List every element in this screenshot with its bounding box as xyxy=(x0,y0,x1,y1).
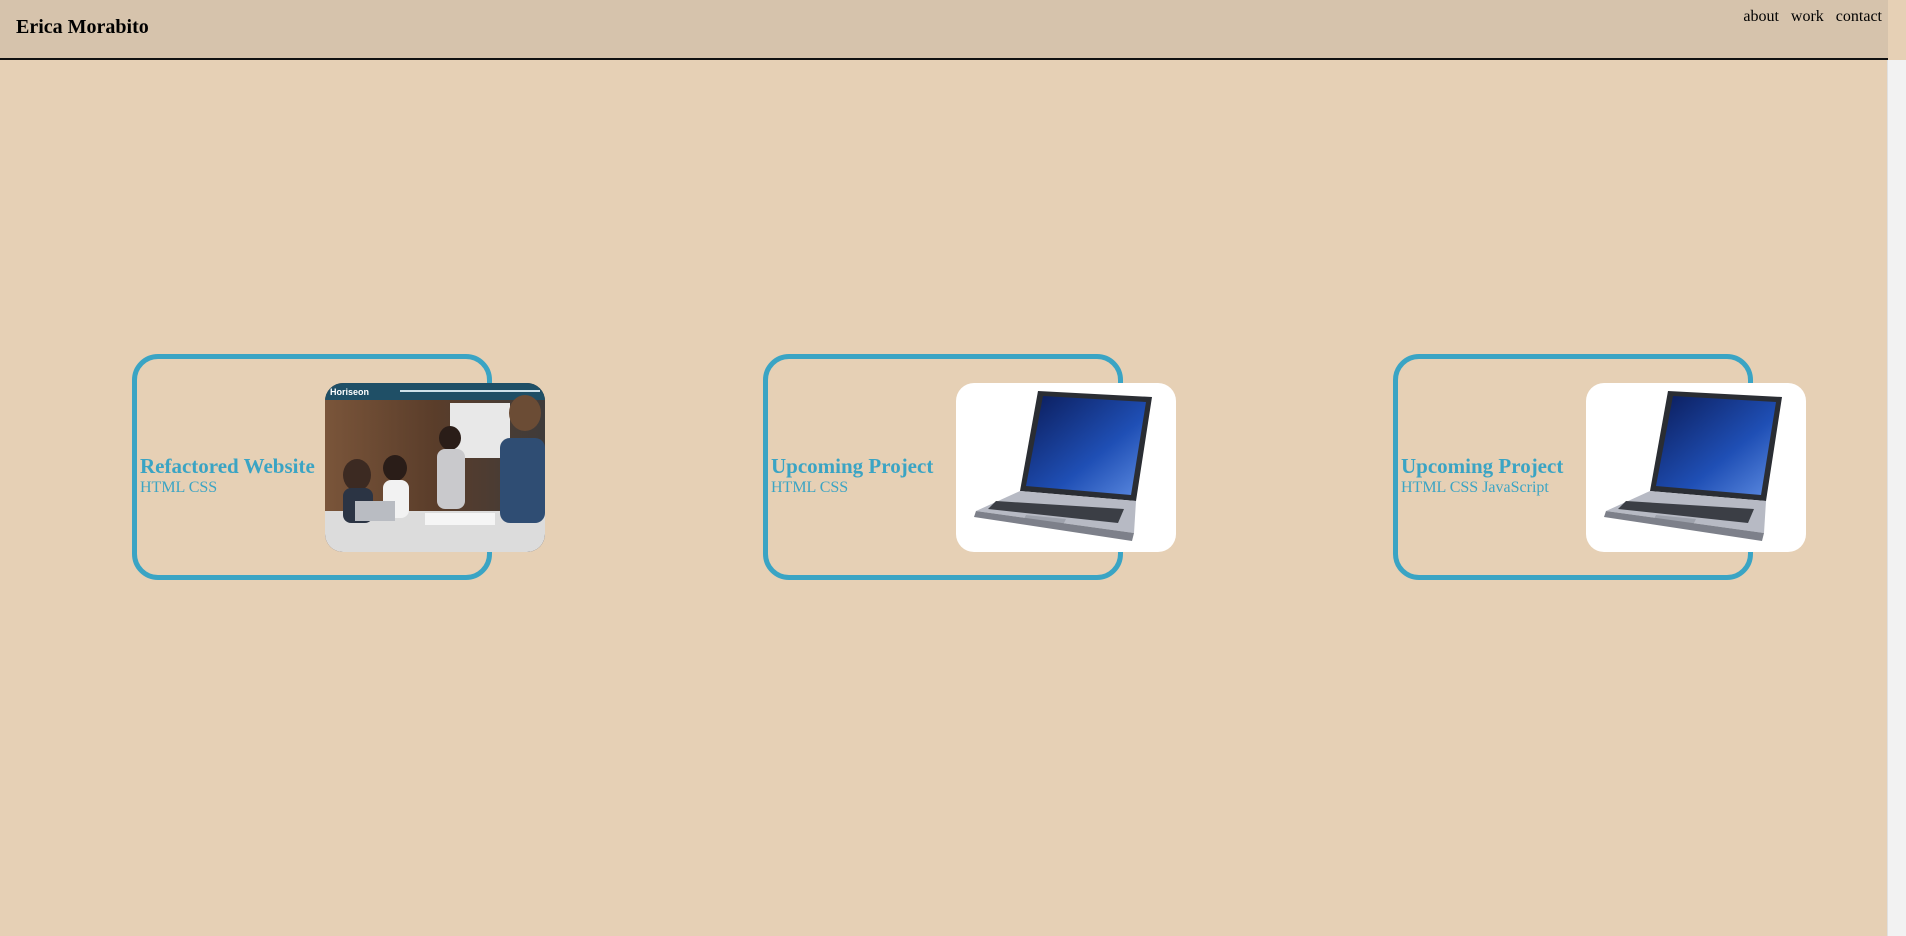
horiseon-screenshot-graphic: Horiseon xyxy=(325,383,545,552)
laptop-icon xyxy=(1604,391,1782,541)
project-card-upcoming-1[interactable]: Upcoming Project HTML CSS xyxy=(763,354,1176,580)
laptop-image[interactable] xyxy=(1586,383,1806,552)
site-header: Erica Morabito about work contact xyxy=(0,0,1888,60)
laptop-image[interactable] xyxy=(956,383,1176,552)
project-tech: HTML CSS xyxy=(771,479,849,496)
page-scrollbar[interactable] xyxy=(1887,60,1906,936)
project-title: Upcoming Project xyxy=(1401,454,1564,478)
laptop-icon xyxy=(974,391,1152,541)
project-tech: HTML CSS xyxy=(140,479,218,496)
project-card-text: Upcoming Project HTML CSS JavaScript xyxy=(1401,454,1563,497)
site-brand: Erica Morabito xyxy=(16,16,149,38)
nav-about-link[interactable]: about xyxy=(1743,8,1779,26)
project-tech: HTML CSS JavaScript xyxy=(1401,479,1549,496)
project-title: Upcoming Project xyxy=(771,454,934,478)
nav-contact-link[interactable]: contact xyxy=(1836,8,1882,26)
project-card-upcoming-2[interactable]: Upcoming Project HTML CSS JavaScript xyxy=(1393,354,1806,580)
horiseon-screenshot-image[interactable]: Horiseon xyxy=(325,383,545,552)
project-card-refactored-website[interactable]: Refactored Website HTML CSS Horiseon xyxy=(132,354,545,580)
project-card-text: Upcoming Project HTML CSS xyxy=(771,454,933,497)
main-nav: about work contact xyxy=(1743,8,1882,26)
project-title: Refactored Website xyxy=(140,454,315,478)
nav-work-link[interactable]: work xyxy=(1791,8,1824,26)
horiseon-logo-text: Horiseon xyxy=(330,387,369,397)
project-card-text: Refactored Website HTML CSS xyxy=(140,454,315,497)
